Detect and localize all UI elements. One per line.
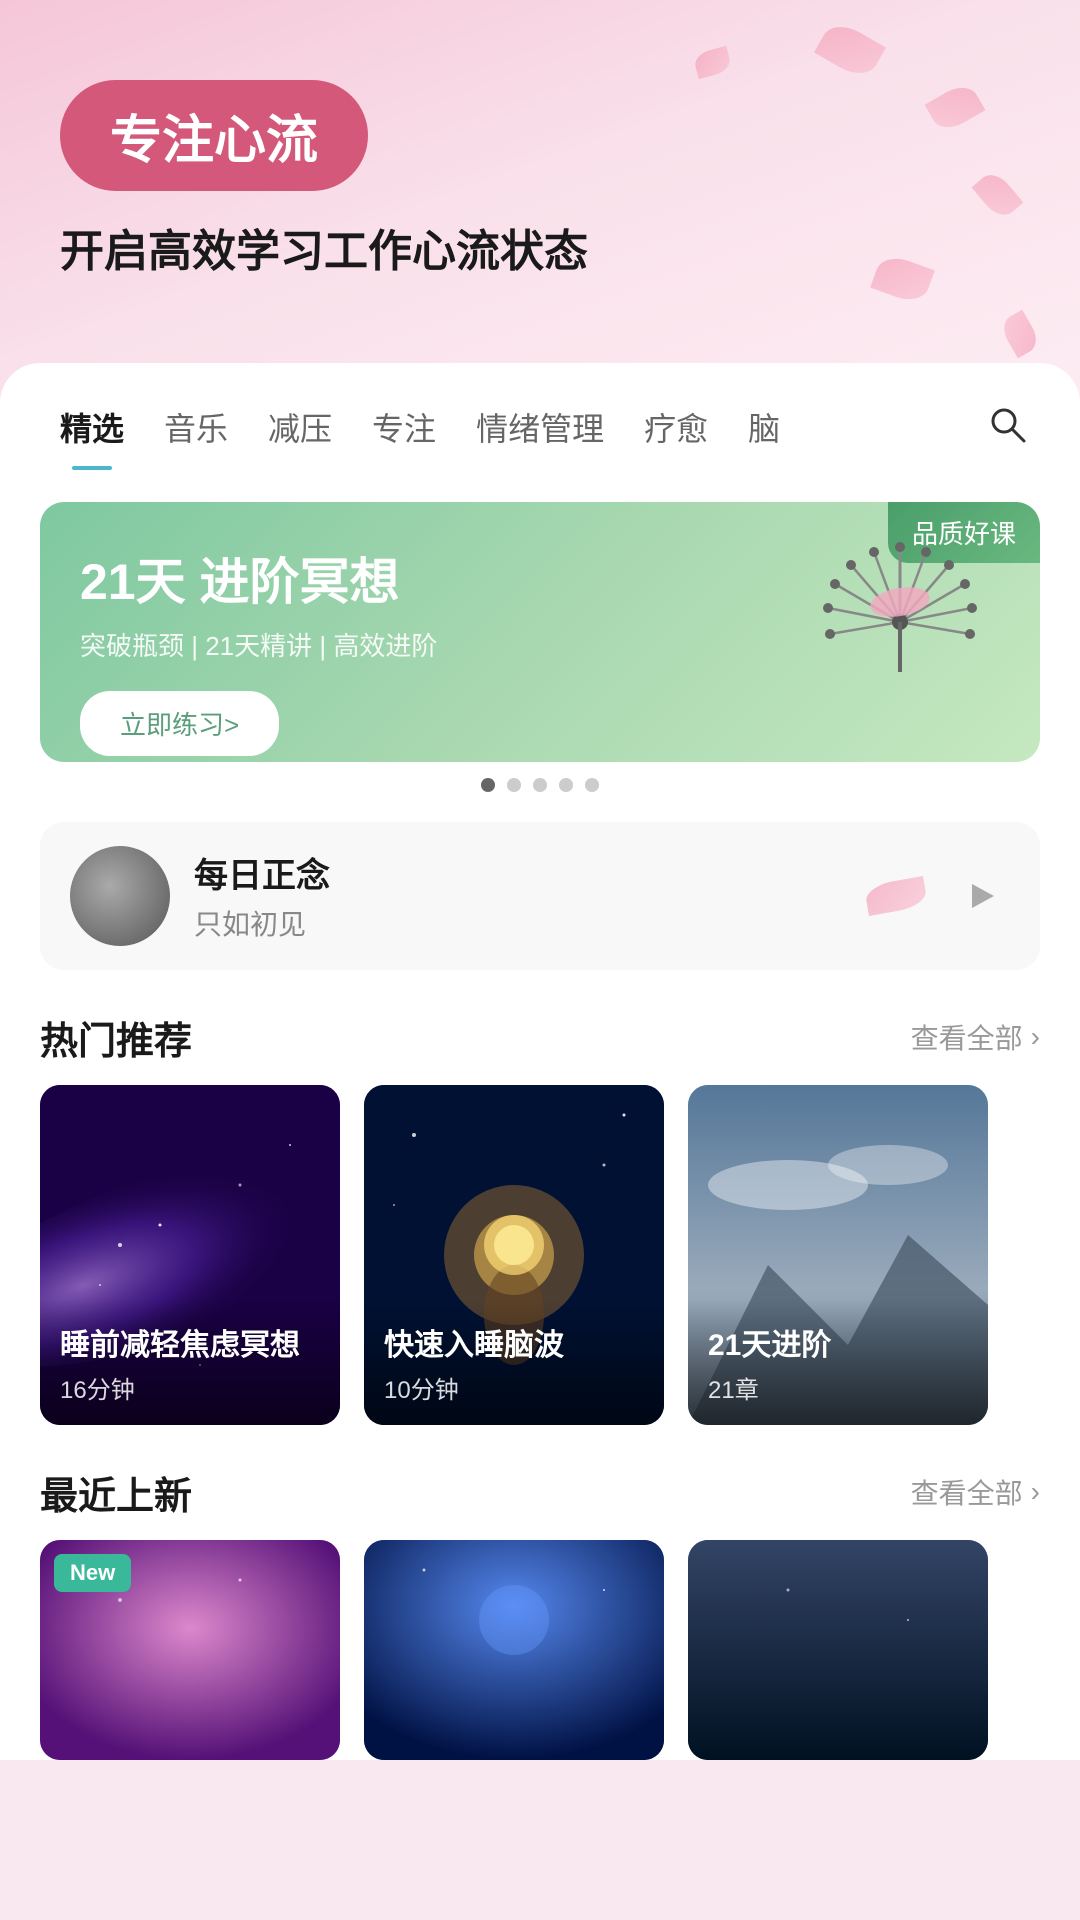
card-duration-2: 10分钟 <box>384 1370 644 1405</box>
chevron-right-icon: › <box>1031 1021 1040 1053</box>
new-card-1[interactable]: New <box>40 1540 340 1760</box>
tab-brain[interactable]: 脑 <box>728 404 800 470</box>
card-name-2: 快速入睡脑波 <box>384 1320 644 1364</box>
hot-card-3[interactable]: 21天进阶 21章 <box>688 1085 988 1425</box>
promo-banner: 品质好课 21天 进阶冥想 突破瓶颈 | 21天精讲 | 高效进阶 立即练习> <box>40 502 1040 762</box>
petal-icon <box>864 876 928 916</box>
banner-cta-button[interactable]: 立即练习> <box>80 691 279 756</box>
hot-section-more[interactable]: 查看全部 › <box>911 1017 1040 1057</box>
hot-section-header: 热门推荐 查看全部 › <box>0 970 1080 1085</box>
tab-navigation: 精选 音乐 减压 专注 情绪管理 疗愈 脑 <box>0 403 1080 472</box>
daily-subtitle: 只如初见 <box>194 903 842 943</box>
card-name-3: 21天进阶 <box>708 1320 968 1364</box>
new-card-image-3 <box>688 1540 988 1760</box>
card-overlay-2: 快速入睡脑波 10分钟 <box>364 1300 664 1425</box>
hot-card-2[interactable]: 快速入睡脑波 10分钟 <box>364 1085 664 1425</box>
tab-emotion[interactable]: 情绪管理 <box>456 404 624 470</box>
dot-5[interactable] <box>585 778 599 792</box>
card-duration-1: 16分钟 <box>60 1370 320 1405</box>
hot-card-1[interactable]: 睡前减轻焦虑冥想 16分钟 <box>40 1085 340 1425</box>
hot-cards-list: 睡前减轻焦虑冥想 16分钟 <box>0 1085 1080 1425</box>
hero-badge: 专注心流 <box>60 80 368 191</box>
chevron-right-icon-2: › <box>1031 1476 1040 1508</box>
tab-stress[interactable]: 减压 <box>248 404 352 470</box>
tab-healing[interactable]: 疗愈 <box>624 404 728 470</box>
play-button[interactable] <box>950 866 1010 926</box>
new-cards-list: New <box>0 1540 1080 1760</box>
new-more-label: 查看全部 <box>911 1472 1023 1512</box>
banner-decoration <box>810 522 1010 742</box>
new-section-more[interactable]: 查看全部 › <box>911 1472 1040 1512</box>
avatar-image <box>70 846 170 946</box>
daily-avatar <box>70 846 170 946</box>
hot-more-label: 查看全部 <box>911 1017 1023 1057</box>
search-button[interactable] <box>966 403 1040 472</box>
banner-dots <box>0 778 1080 792</box>
dot-1[interactable] <box>481 778 495 792</box>
new-card-3[interactable] <box>688 1540 988 1760</box>
tab-music[interactable]: 音乐 <box>144 404 248 470</box>
new-section-header: 最近上新 查看全部 › <box>0 1425 1080 1540</box>
new-badge: New <box>54 1554 131 1592</box>
main-content-card: 精选 音乐 减压 专注 情绪管理 疗愈 脑 品质好课 21天 进阶冥想 突破瓶颈… <box>0 363 1080 1760</box>
daily-title: 每日正念 <box>194 848 842 897</box>
dot-2[interactable] <box>507 778 521 792</box>
daily-mindfulness-card[interactable]: 每日正念 只如初见 <box>40 822 1040 970</box>
card-overlay-1: 睡前减轻焦虑冥想 16分钟 <box>40 1300 340 1425</box>
hot-section-title: 热门推荐 <box>40 1010 192 1065</box>
tab-featured[interactable]: 精选 <box>40 404 144 470</box>
new-card-2[interactable] <box>364 1540 664 1760</box>
dot-3[interactable] <box>533 778 547 792</box>
card-overlay-3: 21天进阶 21章 <box>688 1300 988 1425</box>
new-card-image-2 <box>364 1540 664 1760</box>
card-duration-3: 21章 <box>708 1370 968 1405</box>
hero-section: 专注心流 开启高效学习工作心流状态 <box>0 0 1080 323</box>
tab-focus[interactable]: 专注 <box>352 404 456 470</box>
dot-4[interactable] <box>559 778 573 792</box>
card-name-1: 睡前减轻焦虑冥想 <box>60 1320 320 1364</box>
hero-subtitle: 开启高效学习工作心流状态 <box>60 221 1020 283</box>
daily-text-content: 每日正念 只如初见 <box>194 848 842 943</box>
new-section-title: 最近上新 <box>40 1465 192 1520</box>
